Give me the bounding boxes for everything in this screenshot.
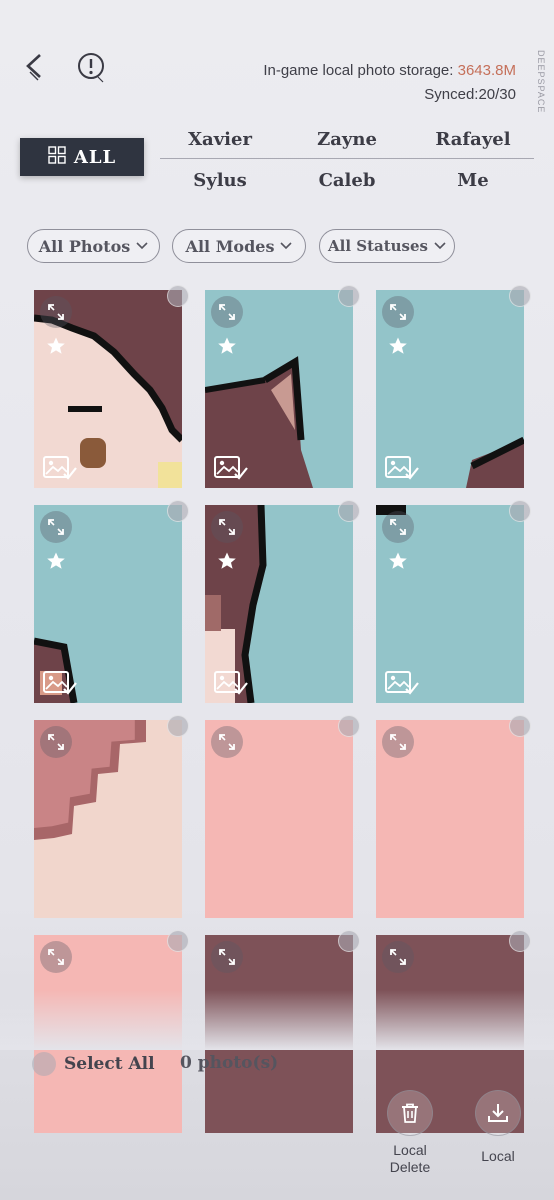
photo-select-checkbox[interactable] xyxy=(338,500,360,522)
local-delete-button[interactable]: Local Delete xyxy=(370,1090,450,1176)
star-icon xyxy=(47,552,65,569)
tab-zayne[interactable]: Zayne xyxy=(285,129,409,150)
photo-tile[interactable] xyxy=(34,720,182,918)
trash-icon xyxy=(387,1090,433,1136)
chevron-down-icon xyxy=(434,242,446,250)
expand-icon[interactable] xyxy=(40,296,72,328)
filter-photos-dropdown[interactable]: All Photos xyxy=(27,229,160,263)
tab-caleb[interactable]: Caleb xyxy=(285,170,409,191)
star-icon xyxy=(389,552,407,569)
tab-divider xyxy=(160,158,534,159)
synced-count: Synced:20/30 xyxy=(424,86,516,103)
expand-icon[interactable] xyxy=(382,726,414,758)
tab-sylus[interactable]: Sylus xyxy=(158,170,282,191)
local-delete-label: Local Delete xyxy=(389,1142,431,1175)
download-icon xyxy=(475,1090,521,1136)
photo-select-checkbox[interactable] xyxy=(509,285,531,307)
select-all-button[interactable]: Select All xyxy=(32,1050,155,1078)
expand-icon[interactable] xyxy=(211,726,243,758)
photo-select-checkbox[interactable] xyxy=(509,715,531,737)
photo-select-checkbox[interactable] xyxy=(167,285,189,307)
photo-select-checkbox[interactable] xyxy=(338,930,360,952)
chevron-down-icon xyxy=(136,242,148,250)
photo-tile[interactable] xyxy=(205,505,353,703)
synced-photo-icon xyxy=(385,671,419,695)
alert-button[interactable] xyxy=(74,50,108,84)
filter-statuses-dropdown[interactable]: All Statuses xyxy=(319,229,455,263)
photo-tile[interactable] xyxy=(376,720,524,918)
synced-photo-icon xyxy=(385,456,419,480)
star-icon xyxy=(47,337,65,354)
filter-statuses-label: All Statuses xyxy=(327,237,428,255)
brand-side-text: DEEPSPACE xyxy=(536,50,546,114)
star-icon xyxy=(218,552,236,569)
photo-select-checkbox[interactable] xyxy=(167,715,189,737)
photo-tile[interactable] xyxy=(205,720,353,918)
photo-tile[interactable] xyxy=(376,290,524,488)
expand-icon[interactable] xyxy=(40,726,72,758)
tab-all-label: ALL xyxy=(73,146,117,168)
photo-select-checkbox[interactable] xyxy=(167,500,189,522)
local-label: Local xyxy=(481,1148,515,1164)
expand-icon[interactable] xyxy=(211,941,243,973)
tab-xavier[interactable]: Xavier xyxy=(158,129,282,150)
tab-me[interactable]: Me xyxy=(411,170,535,191)
photo-select-checkbox[interactable] xyxy=(509,930,531,952)
expand-icon[interactable] xyxy=(382,941,414,973)
filter-photos-label: All Photos xyxy=(38,236,131,256)
chevron-down-icon xyxy=(280,242,293,250)
top-bar: In-game local photo storage: 3643.8M Syn… xyxy=(0,0,554,120)
select-all-checkbox[interactable] xyxy=(32,1052,56,1076)
synced-photo-icon xyxy=(43,671,77,695)
photo-select-checkbox[interactable] xyxy=(338,285,360,307)
synced-photo-icon xyxy=(214,671,248,695)
photo-tile[interactable] xyxy=(34,290,182,488)
grid-icon xyxy=(48,145,66,169)
photo-select-checkbox[interactable] xyxy=(338,715,360,737)
chevron-left-icon xyxy=(26,54,41,81)
selected-count: 0 photo(s) xyxy=(180,1053,279,1073)
photo-tile[interactable] xyxy=(34,505,182,703)
filter-modes-label: All Modes xyxy=(185,236,275,256)
expand-icon[interactable] xyxy=(211,296,243,328)
back-button[interactable] xyxy=(18,50,52,84)
storage-info: In-game local photo storage: 3643.8M xyxy=(263,62,516,79)
storage-value: 3643.8M xyxy=(457,62,516,79)
photo-tile[interactable] xyxy=(376,505,524,703)
photo-select-checkbox[interactable] xyxy=(509,500,531,522)
select-all-label: Select All xyxy=(64,1054,155,1074)
expand-icon[interactable] xyxy=(211,511,243,543)
alert-circle-icon xyxy=(78,53,104,83)
scroll-fade xyxy=(0,990,554,1050)
expand-icon[interactable] xyxy=(382,511,414,543)
expand-icon[interactable] xyxy=(40,511,72,543)
tab-rafayel[interactable]: Rafayel xyxy=(411,129,535,150)
local-save-button[interactable]: Local xyxy=(458,1090,538,1164)
expand-icon[interactable] xyxy=(40,941,72,973)
tab-all[interactable]: ALL xyxy=(20,138,144,176)
synced-photo-icon xyxy=(43,456,77,480)
photo-select-checkbox[interactable] xyxy=(167,930,189,952)
expand-icon[interactable] xyxy=(382,296,414,328)
star-icon xyxy=(389,337,407,354)
synced-photo-icon xyxy=(214,456,248,480)
filter-modes-dropdown[interactable]: All Modes xyxy=(172,229,306,263)
photo-tile[interactable] xyxy=(205,290,353,488)
storage-label: In-game local photo storage: xyxy=(263,62,458,79)
star-icon xyxy=(218,337,236,354)
